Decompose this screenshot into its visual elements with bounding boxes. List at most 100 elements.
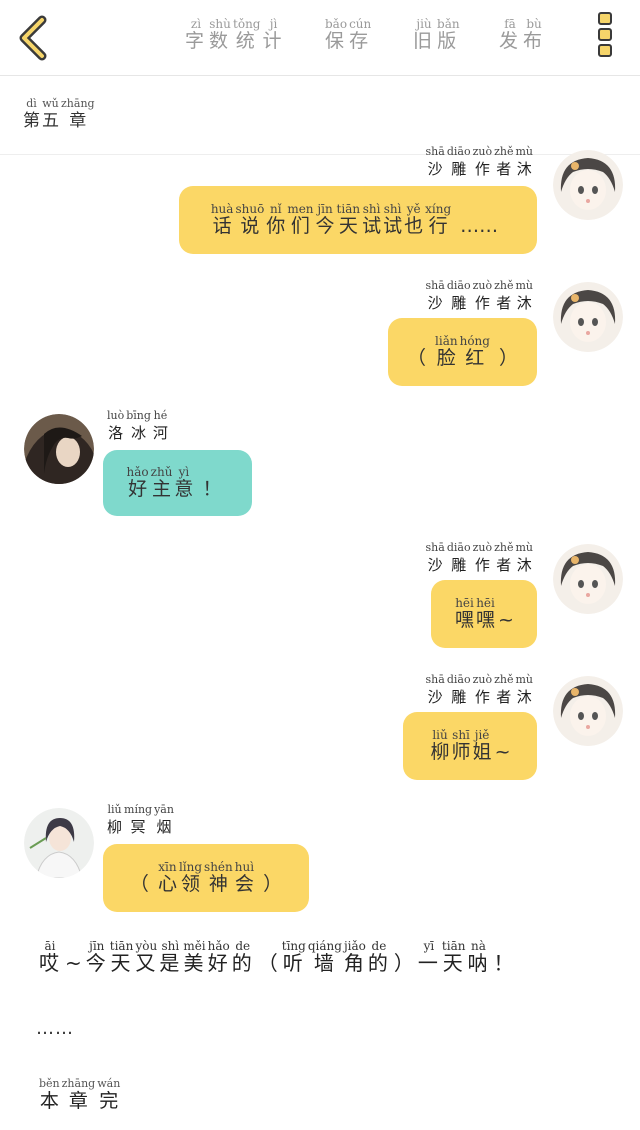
hanzi: 沐: [516, 556, 532, 574]
hanzi: 红: [465, 347, 485, 369]
narration-part: tīng 听 qiáng 墙 jiǎo 角 de 的: [281, 940, 391, 974]
hanzi: 姐: [472, 741, 492, 763]
hanzi: 者: [496, 556, 512, 574]
ruby-char: liǔ 柳: [107, 804, 122, 838]
pinyin: hēi: [455, 596, 474, 610]
narration-bang: ！: [493, 951, 514, 975]
author-avatar[interactable]: [553, 282, 623, 352]
ellipsis-text: ……: [36, 1018, 74, 1039]
ruby-char: zhě 者: [494, 280, 513, 314]
message-bubble[interactable]: hǎo 好 zhǔ 主 yì 意 ！: [103, 450, 252, 516]
pinyin: bǎo: [325, 17, 348, 31]
ruby-char: zuò 作: [473, 280, 493, 314]
author-avatar[interactable]: [553, 676, 623, 746]
ruby-char: shì 是: [159, 940, 181, 974]
pinyin: zhě: [494, 541, 514, 554]
ruby-char: mù 沐: [515, 542, 533, 576]
word-count-button[interactable]: zì 字 shù 数 tǒng 统 jì 计: [184, 18, 286, 52]
pinyin: wán: [97, 1077, 121, 1090]
hanzi: 是: [159, 951, 182, 975]
hanzi: 的: [367, 951, 390, 975]
publish-button[interactable]: fā 发 bù 布: [498, 18, 546, 52]
ruby-char: āi 哎: [39, 940, 61, 974]
hanzi: 冥: [130, 818, 146, 836]
pinyin: nǐ: [270, 202, 282, 216]
hanzi: 听: [282, 951, 305, 975]
pinyin: shī: [452, 728, 470, 742]
pinyin: shén: [204, 860, 233, 874]
ruby-char: zhǔ 主: [151, 466, 173, 500]
ruby-char: yān 烟: [154, 804, 174, 838]
ruby-char: bīng 冰: [126, 410, 151, 444]
pinyin: zuò: [472, 541, 493, 554]
pinyin: diāo: [446, 279, 471, 292]
pinyin: shì: [362, 202, 381, 216]
hanzi: 美: [183, 951, 206, 975]
message-tail: ~: [498, 609, 514, 631]
pinyin: zhāng: [61, 1077, 96, 1090]
author-name: shā 沙 diāo 雕 zuò 作 zhě 者 mù 沐: [425, 280, 534, 314]
ruby-char: xīn 心: [158, 861, 177, 895]
ruby-char: men 们: [287, 203, 313, 237]
author-avatar[interactable]: [553, 150, 623, 220]
hanzi: 沙: [427, 556, 443, 574]
message-bubble[interactable]: huà 话 shuō 说 nǐ 你 men 们 jīn 今 tiān 天 shì 试 shì 试 yě 也 xíng…: [179, 186, 537, 254]
hanzi: 主: [152, 478, 172, 500]
pinyin: jiě: [474, 728, 490, 742]
ruby-char: bǎn 版: [437, 18, 460, 52]
ruby-char: měi 美: [183, 940, 205, 974]
hanzi: 作: [474, 556, 490, 574]
avatar-image: [24, 808, 94, 878]
menu-button[interactable]: [597, 12, 615, 62]
hanzi: 章: [69, 111, 87, 131]
author-avatar[interactable]: [553, 544, 623, 614]
open-paren: （: [129, 873, 149, 895]
hanzi: 五: [42, 111, 59, 131]
ruby-char: jì 计: [263, 18, 285, 52]
hanzi: 存: [349, 30, 372, 52]
hanzi: 者: [496, 160, 512, 178]
message-bubble[interactable]: （ xīn 心 lǐng 领 shén 神 huì 会 ）: [103, 844, 309, 912]
pinyin: lǐng: [178, 860, 203, 874]
pinyin: huì: [234, 860, 255, 874]
liu-mingyan-avatar[interactable]: [24, 808, 94, 878]
ruby-char: yòu 又: [135, 940, 157, 974]
message-tail: ~: [494, 741, 511, 763]
old-version-button[interactable]: jiù 旧 bǎn 版: [412, 18, 461, 52]
back-button[interactable]: [14, 14, 54, 62]
hanzi: 沐: [516, 688, 532, 706]
message-bubble[interactable]: （ liǎn 脸 hóng 红 ）: [388, 318, 537, 386]
save-button[interactable]: bǎo 保 cún 存: [324, 18, 372, 52]
pinyin: men: [287, 202, 314, 216]
ruby-char: míng 冥: [124, 804, 152, 838]
hanzi: 作: [474, 688, 490, 706]
ruby-char: cún 存: [349, 18, 371, 52]
pinyin: mù: [515, 279, 533, 292]
ruby-char: wán 完: [97, 1077, 121, 1113]
hanzi: 保: [325, 30, 348, 52]
ruby-char: shù 数: [209, 18, 231, 52]
ruby-char: zhě 者: [494, 674, 513, 708]
pinyin: shā: [425, 279, 445, 292]
ruby-char: bǎo 保: [325, 18, 347, 52]
pinyin: xíng: [425, 202, 452, 216]
hanzi: 者: [496, 294, 512, 312]
pinyin: zhě: [494, 673, 514, 686]
ruby-char: luò 洛: [107, 410, 124, 444]
message-bubble[interactable]: hēi 嘿 hēi 嘿 ~: [431, 580, 537, 648]
message-bubble[interactable]: liǔ 柳 shī 师 jiě 姐 ~: [403, 712, 537, 780]
ruby-char: zhāng 章: [61, 98, 95, 132]
ruby-char: liǎn 脸: [435, 335, 458, 369]
pinyin: mù: [515, 145, 533, 158]
hanzi: 们: [290, 215, 310, 237]
hanzi: 哎: [39, 951, 61, 975]
ruby-char: diāo 雕: [447, 146, 471, 180]
pinyin: diāo: [446, 541, 471, 554]
luo-binghe-avatar[interactable]: [24, 414, 94, 484]
divider: [0, 154, 640, 155]
pinyin: liǔ: [107, 803, 122, 816]
hanzi: 数: [209, 30, 232, 52]
menu-dot: [598, 28, 612, 41]
ruby-char: tiān 天: [337, 203, 361, 237]
hanzi: 完: [99, 1090, 119, 1112]
